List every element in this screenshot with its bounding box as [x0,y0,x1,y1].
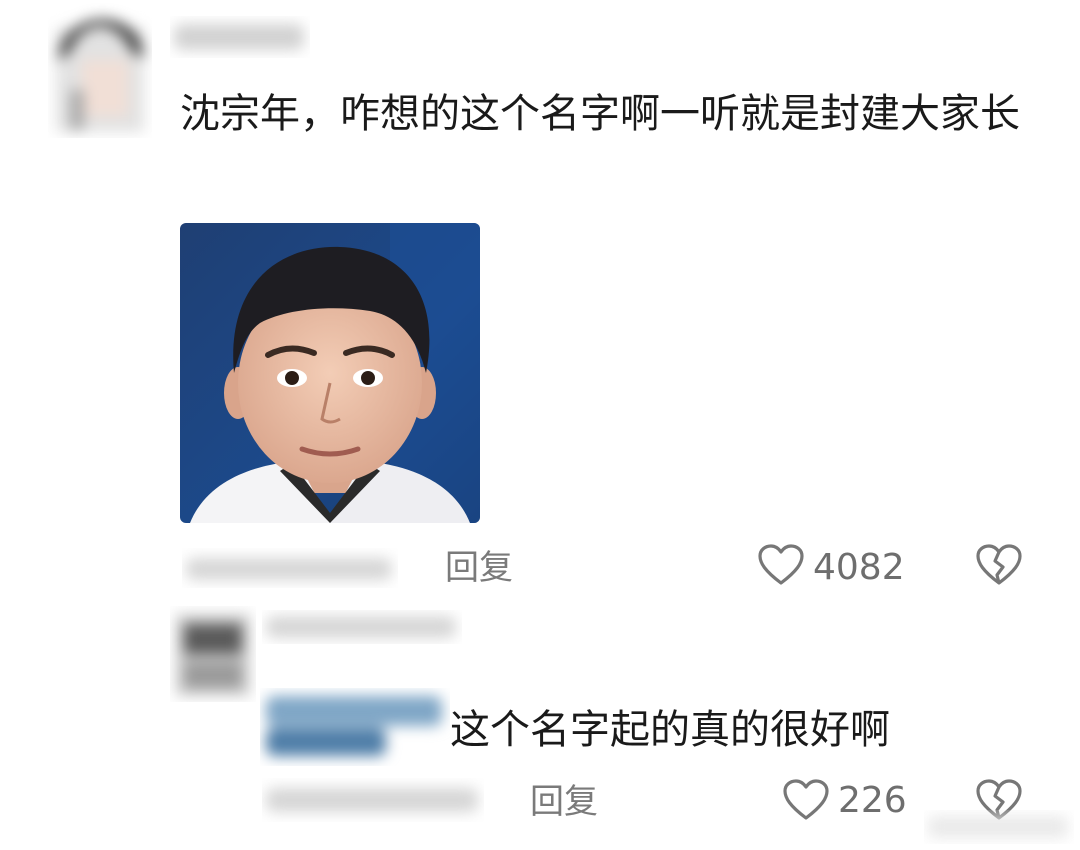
like-count: 4082 [813,547,905,588]
avatar[interactable] [48,0,152,138]
username-redacted[interactable] [262,610,462,644]
avatar[interactable] [170,606,256,702]
broken-heart-icon[interactable] [975,543,1023,587]
comment-image[interactable] [180,223,480,523]
watermark [924,810,1074,844]
reply-button[interactable]: 回复 [530,782,598,822]
username-redacted[interactable] [170,16,310,58]
timestamp-redacted [262,778,484,822]
comment-text: 沈宗年，咋想的这个名字啊一听就是封建大家长 [180,91,1020,137]
reply-button[interactable]: 回复 [445,548,513,588]
timestamp-redacted [182,548,398,588]
mention-redacted[interactable] [260,688,450,766]
reply-text: 这个名字起的真的很好啊 [450,707,890,753]
heart-outline-icon[interactable] [757,543,805,587]
heart-outline-icon[interactable] [782,778,830,822]
like-count: 226 [838,780,907,821]
